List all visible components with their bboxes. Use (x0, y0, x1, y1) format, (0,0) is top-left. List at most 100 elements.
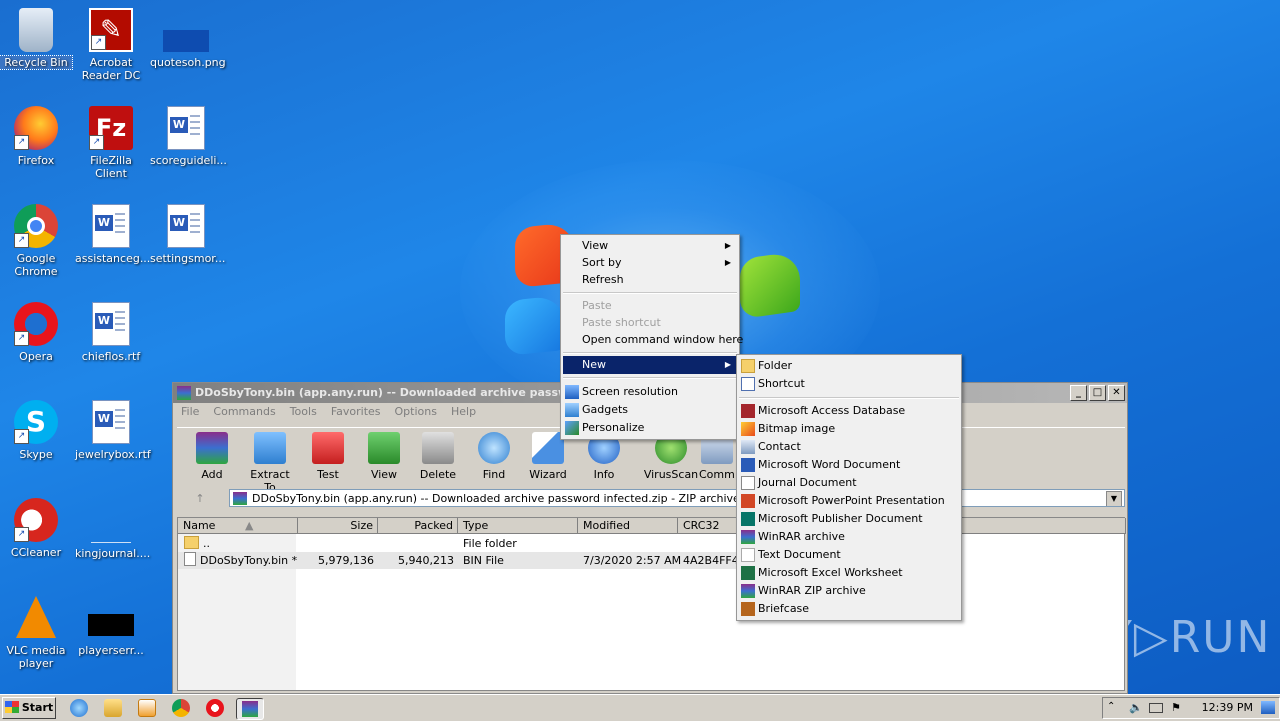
menu-item-new[interactable]: New ▶ (563, 356, 737, 374)
menu-item-gadgets[interactable]: Gadgets (563, 401, 737, 419)
new-winrar-archive[interactable]: WinRAR archive (739, 528, 959, 546)
media-player-icon[interactable] (138, 699, 156, 717)
toolbar-label: Add (201, 468, 223, 481)
desktop-icon-label: FileZilla Client (90, 154, 132, 180)
menu-label: WinRAR ZIP archive (758, 584, 866, 597)
view-button[interactable]: View (357, 432, 411, 481)
desktop-icon-label: settingsmor... (150, 252, 226, 265)
new-briefcase[interactable]: Briefcase (739, 600, 959, 618)
new-winrar-zip[interactable]: WinRAR ZIP archive (739, 582, 959, 600)
column-modified[interactable]: Modified (578, 518, 678, 534)
archive-path-field[interactable]: DDoSbyTony.bin (app.any.run) -- Download… (229, 489, 1125, 507)
network-icon[interactable] (1149, 703, 1163, 713)
desktop-icon-playerserr[interactable]: playerserr... (75, 596, 147, 657)
chrome-taskbar-icon[interactable] (172, 699, 190, 717)
menu-label: Briefcase (758, 602, 810, 615)
archive-path: DDoSbyTony.bin (app.any.run) -- Download… (252, 492, 801, 505)
menu-separator (739, 397, 959, 399)
new-contact[interactable]: Contact (739, 438, 959, 456)
column-type[interactable]: Type (458, 518, 578, 534)
desktop-icon-chieflos[interactable]: W chieflos.rtf (75, 302, 147, 363)
menu-item-paste[interactable]: Paste (563, 297, 737, 315)
table-row[interactable]: .. File folder (178, 535, 738, 552)
desktop-icon-skype[interactable]: S ↗ Skype (0, 400, 72, 461)
chevron-down-icon[interactable]: ▼ (1106, 491, 1122, 506)
menu-file[interactable]: File (181, 403, 199, 421)
menu-label: Folder (758, 359, 792, 372)
delete-button[interactable]: Delete (411, 432, 465, 481)
desktop-icon-acrobat[interactable]: ✎ ↗ Acrobat Reader DC (75, 8, 147, 82)
menu-item-paste-shortcut[interactable]: Paste shortcut (563, 314, 737, 332)
menu-item-open-command-window[interactable]: Open command window here (563, 331, 743, 349)
up-one-level-button[interactable]: ↑ (181, 489, 219, 509)
desktop-icon-kingjournal[interactable]: kingjournal.... (75, 498, 150, 560)
new-folder[interactable]: Folder (739, 357, 959, 375)
find-button[interactable]: Find (467, 432, 521, 481)
new-word-document[interactable]: Microsoft Word Document (739, 456, 959, 474)
menu-item-view[interactable]: View ▶ (563, 237, 737, 255)
magnifier-icon (478, 432, 510, 464)
new-powerpoint[interactable]: Microsoft PowerPoint Presentation (739, 492, 959, 510)
desktop-icon-ccleaner[interactable]: ↗ CCleaner (0, 498, 72, 559)
winrar-taskbar-button[interactable] (236, 698, 264, 720)
windows-logo-icon (4, 701, 19, 713)
chrome-icon: ↗ (14, 204, 58, 248)
new-text-document[interactable]: Text Document (739, 546, 959, 564)
word-icon (741, 458, 755, 472)
show-hidden-icons-icon[interactable]: ⌃ (1107, 701, 1115, 712)
volume-icon[interactable]: 🔈 (1129, 701, 1143, 714)
menu-item-screen-resolution[interactable]: Screen resolution (563, 383, 737, 401)
minimize-button[interactable]: _ (1070, 385, 1087, 401)
desktop-icon-settingsmor[interactable]: W settingsmor... (150, 204, 226, 265)
close-button[interactable]: ✕ (1108, 385, 1125, 401)
column-name[interactable]: Name ▲ (178, 518, 298, 534)
desktop-icon-scoreguide[interactable]: W scoreguideli... (150, 106, 227, 167)
action-center-flag-icon[interactable]: ⚑ (1171, 701, 1181, 714)
desktop-icon-filezilla[interactable]: Fz ↗ FileZilla Client (75, 106, 147, 180)
shortcut-arrow-icon: ↗ (14, 527, 29, 542)
desktop-icon-assistance[interactable]: W assistanceg... (75, 204, 150, 265)
new-access-database[interactable]: Microsoft Access Database (739, 402, 959, 420)
desktop-icon-jewelrybox[interactable]: W jewelrybox.rtf (75, 400, 151, 461)
desktop-icon-chrome[interactable]: ↗ Google Chrome (0, 204, 72, 278)
show-desktop-icon[interactable] (1261, 701, 1275, 714)
opera-taskbar-icon[interactable] (206, 699, 224, 717)
desktop-icon-label: Opera (19, 350, 53, 363)
menu-item-refresh[interactable]: Refresh (563, 271, 737, 289)
menu-favorites[interactable]: Favorites (331, 403, 381, 421)
menu-item-sort-by[interactable]: Sort by ▶ (563, 254, 737, 272)
contact-icon (741, 440, 755, 454)
menu-help[interactable]: Help (451, 403, 476, 421)
menu-tools[interactable]: Tools (290, 403, 317, 421)
new-publisher[interactable]: Microsoft Publisher Document (739, 510, 959, 528)
column-size[interactable]: Size (298, 518, 378, 534)
new-journal-document[interactable]: Journal Document (739, 474, 959, 492)
file-explorer-icon[interactable] (104, 699, 122, 717)
add-button[interactable]: Add (185, 432, 239, 481)
maximize-button[interactable]: □ (1089, 385, 1106, 401)
extract-to-button[interactable]: Extract To (243, 432, 297, 494)
desktop-icon-opera[interactable]: ↗ Opera (0, 302, 72, 363)
menu-item-personalize[interactable]: Personalize (563, 419, 737, 437)
folder-icon (184, 536, 199, 549)
menu-options[interactable]: Options (395, 403, 437, 421)
row-crc: 4A2B4FF4 (683, 554, 739, 567)
desktop-icon-recycle-bin[interactable]: Recycle Bin (0, 8, 73, 70)
monitor-icon (565, 385, 579, 399)
table-row[interactable]: DDoSbyTony.bin * 5,979,136 5,940,213 BIN… (178, 552, 739, 569)
toolbar-label: Test (317, 468, 339, 481)
column-packed[interactable]: Packed (378, 518, 458, 534)
clock[interactable]: 12:39 PM (1202, 698, 1253, 718)
desktop-icon-quotesoh[interactable]: quotesoh.png (150, 8, 226, 69)
desktop-icon-firefox[interactable]: ↗ Firefox (0, 106, 72, 167)
file-list[interactable]: Name ▲ Size Packed Type Modified CRC32 .… (177, 517, 1126, 691)
new-shortcut[interactable]: Shortcut (739, 375, 959, 393)
start-button[interactable]: Start (2, 697, 56, 719)
new-excel-worksheet[interactable]: Microsoft Excel Worksheet (739, 564, 959, 582)
desktop-icon-vlc[interactable]: VLC media player (0, 596, 72, 670)
menu-label: Sort by (582, 256, 622, 269)
menu-commands[interactable]: Commands (213, 403, 275, 421)
test-button[interactable]: Test (301, 432, 355, 481)
new-bitmap-image[interactable]: Bitmap image (739, 420, 959, 438)
internet-explorer-icon[interactable] (70, 699, 88, 717)
